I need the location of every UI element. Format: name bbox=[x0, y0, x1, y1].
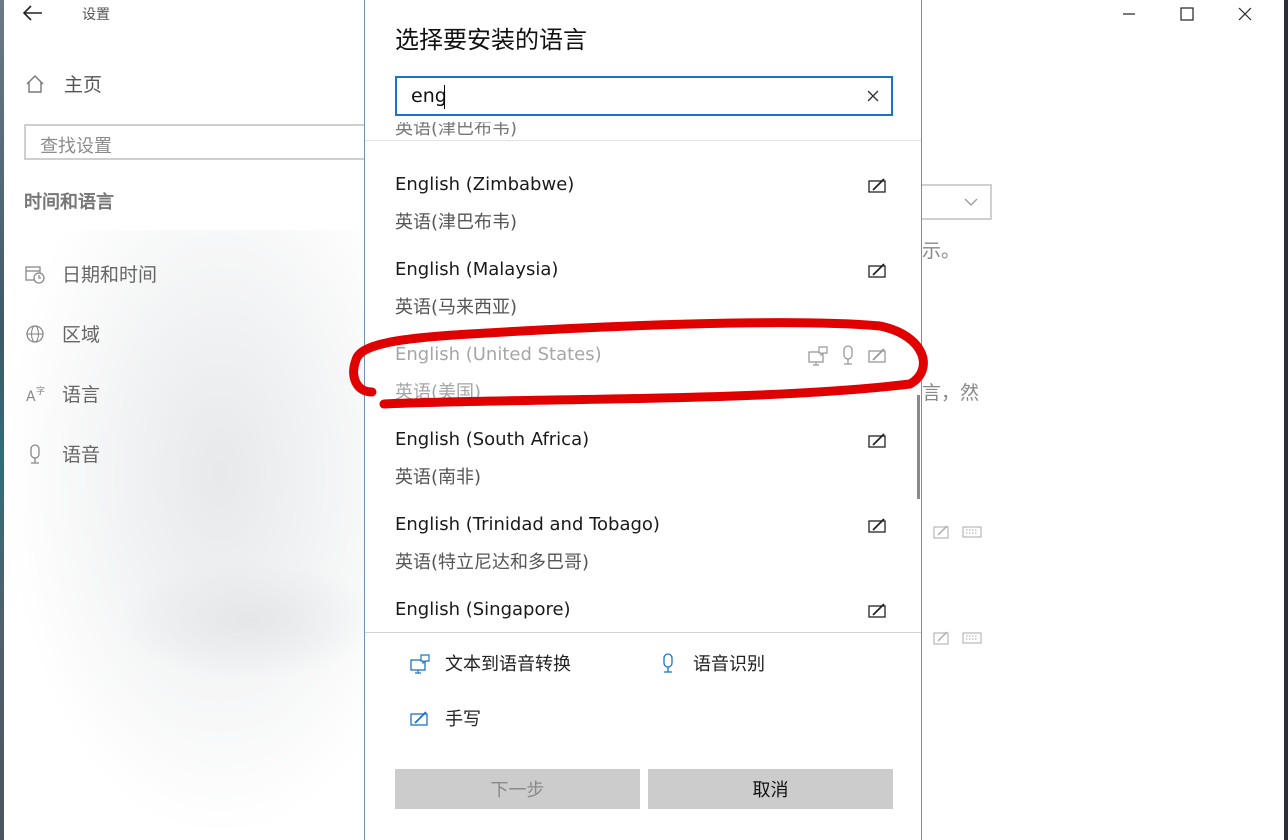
svg-text:字: 字 bbox=[36, 385, 45, 397]
language-search-value: eng bbox=[411, 85, 447, 107]
legend-speech: 语音识别 bbox=[657, 650, 765, 676]
background-feature-icons bbox=[932, 630, 982, 646]
language-name-en: English (Malaysia) bbox=[395, 259, 559, 280]
handwriting-feature bbox=[867, 259, 889, 281]
language-search-input[interactable]: eng bbox=[395, 76, 893, 116]
text-to-speech-feature bbox=[807, 344, 829, 366]
handwriting-icon bbox=[868, 603, 886, 618]
legend-label: 文本到语音转换 bbox=[445, 654, 571, 675]
language-name-en: English (South Africa) bbox=[395, 429, 590, 450]
legend-label: 语音识别 bbox=[693, 654, 765, 675]
scrolled-out-item: 英语(津巴布韦) bbox=[395, 122, 518, 139]
globe-icon bbox=[26, 324, 44, 343]
window-controls bbox=[1100, 0, 1274, 28]
handwriting-icon bbox=[868, 178, 886, 193]
language-item[interactable]: English (Trinidad and Tobago) 英语(特立尼达和多巴… bbox=[395, 514, 895, 598]
handwriting-icon bbox=[410, 711, 428, 726]
background-text-fragment: 示。 bbox=[922, 240, 961, 262]
language-item[interactable]: English (Singapore) bbox=[395, 599, 895, 631]
language-name-zh: 英语(马来西亚) bbox=[395, 297, 518, 318]
language-name-zh: 英语(美国) bbox=[395, 382, 482, 403]
back-arrow-icon bbox=[22, 5, 42, 21]
cancel-button[interactable]: 取消 bbox=[648, 769, 893, 809]
handwriting-icon bbox=[868, 433, 886, 448]
sidebar-item-region[interactable]: 区域 bbox=[24, 320, 100, 347]
language-name-en: English (Zimbabwe) bbox=[395, 174, 575, 195]
sidebar-item-label: 区域 bbox=[62, 324, 101, 346]
language-item[interactable]: English (Malaysia) 英语(马来西亚) bbox=[395, 259, 895, 343]
speech-feature bbox=[837, 344, 859, 366]
window-title: 设置 bbox=[82, 7, 110, 23]
microphone-icon bbox=[30, 443, 40, 464]
handwriting-feature bbox=[867, 514, 889, 536]
handwriting-feature bbox=[867, 599, 889, 621]
list-bottom-divider bbox=[365, 632, 921, 633]
keyboard-icon bbox=[962, 632, 982, 644]
language-item[interactable]: English (Zimbabwe) 英语(津巴布韦) bbox=[395, 174, 895, 258]
maximize-icon bbox=[1180, 7, 1194, 21]
sidebar-item-label: 语言 bbox=[62, 384, 101, 406]
handwriting-icon bbox=[868, 518, 886, 533]
background-text-fragment: 言，然 bbox=[922, 382, 980, 404]
handwriting-feature bbox=[867, 174, 889, 196]
handwriting-icon bbox=[933, 631, 949, 645]
list-top-divider bbox=[365, 140, 921, 141]
list-scrollbar[interactable] bbox=[917, 395, 920, 499]
language-name-zh: 英语(津巴布韦) bbox=[395, 212, 518, 233]
close-icon bbox=[1238, 7, 1252, 21]
handwriting-icon bbox=[868, 263, 886, 278]
legend-handwriting: 手写 bbox=[409, 705, 481, 731]
close-button[interactable] bbox=[1216, 0, 1274, 28]
sidebar-home[interactable]: 主页 bbox=[24, 70, 102, 97]
minimize-icon bbox=[1123, 13, 1135, 15]
chevron-down-icon bbox=[964, 198, 978, 206]
handwriting-icon bbox=[933, 525, 949, 539]
sidebar-item-speech[interactable]: 语音 bbox=[24, 440, 100, 467]
clear-search-icon[interactable] bbox=[865, 88, 881, 104]
home-label: 主页 bbox=[64, 74, 103, 96]
microphone-icon bbox=[843, 345, 853, 365]
blurred-backdrop-lower bbox=[120, 560, 380, 680]
handwriting-icon bbox=[868, 348, 886, 363]
handwriting-feature bbox=[867, 429, 889, 451]
language-name-en: English (Trinidad and Tobago) bbox=[395, 514, 660, 535]
back-button[interactable] bbox=[22, 2, 46, 24]
desktop-edge-left bbox=[0, 0, 4, 840]
language-name-en: English (Singapore) bbox=[395, 599, 571, 620]
sidebar-item-date-time[interactable]: 日期和时间 bbox=[24, 260, 157, 287]
language-name-en: English (United States) bbox=[395, 344, 602, 365]
text-caret bbox=[444, 85, 445, 109]
background-dropdown[interactable] bbox=[922, 184, 992, 220]
text-to-speech-icon bbox=[410, 654, 430, 674]
next-button[interactable]: 下一步 bbox=[395, 769, 640, 809]
language-item[interactable]: English (South Africa) 英语(南非) bbox=[395, 429, 895, 513]
desktop-edge-right bbox=[1284, 0, 1288, 840]
home-icon bbox=[26, 74, 44, 93]
legend-label: 手写 bbox=[445, 709, 481, 730]
sidebar-item-label: 语音 bbox=[62, 444, 101, 466]
maximize-button[interactable] bbox=[1158, 0, 1216, 28]
legend-text-to-speech: 文本到语音转换 bbox=[409, 650, 571, 676]
language-name-zh: 英语(特立尼达和多巴哥) bbox=[395, 552, 590, 573]
dialog-title: 选择要安装的语言 bbox=[395, 26, 587, 54]
microphone-icon bbox=[663, 653, 673, 673]
handwriting-feature bbox=[867, 344, 889, 366]
sidebar-item-language[interactable]: A 字 语言 bbox=[24, 380, 100, 407]
minimize-button[interactable] bbox=[1100, 0, 1158, 28]
section-title: 时间和语言 bbox=[24, 192, 114, 213]
language-item-installed: English (United States) 英语(美国) bbox=[395, 344, 895, 428]
settings-search-input[interactable]: 查找设置 bbox=[24, 124, 384, 160]
settings-search-placeholder: 查找设置 bbox=[40, 136, 112, 157]
language-name-zh: 英语(南非) bbox=[395, 467, 482, 488]
background-feature-icons bbox=[932, 524, 982, 540]
choose-language-dialog: 选择要安装的语言 eng 英语(津巴布韦) English (Zimbabwe)… bbox=[364, 0, 922, 840]
calendar-clock-icon bbox=[25, 265, 45, 284]
svg-text:A: A bbox=[26, 389, 36, 405]
keyboard-icon bbox=[962, 526, 982, 538]
sidebar-item-label: 日期和时间 bbox=[62, 264, 158, 286]
language-icon: A 字 bbox=[26, 385, 45, 405]
text-to-speech-icon bbox=[808, 346, 828, 366]
